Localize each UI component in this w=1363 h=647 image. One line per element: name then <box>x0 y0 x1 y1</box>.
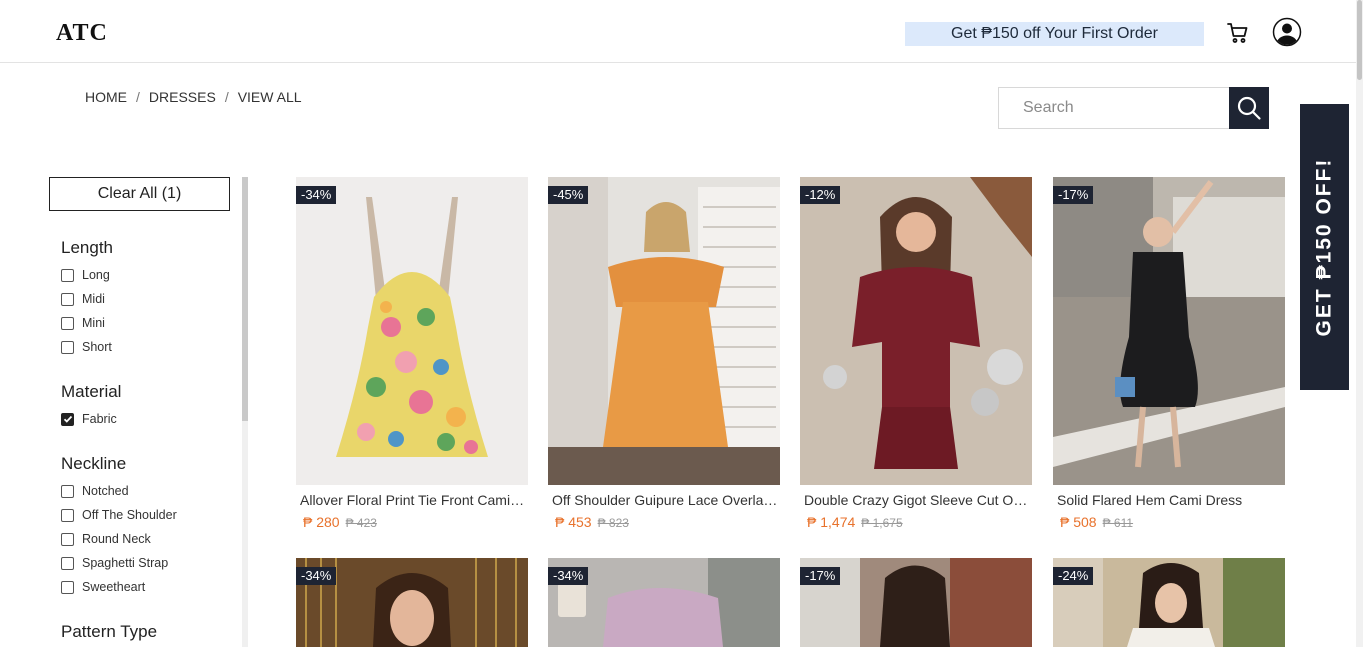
discount-badge: -24% <box>1053 567 1094 585</box>
product-name[interactable]: Off Shoulder Guipure Lace Overlay Dress <box>552 492 778 508</box>
filter-option-label: Short <box>82 340 112 354</box>
product-card[interactable]: -12% Double Crazy Gigot Sleeve Cut Out D… <box>800 177 1032 530</box>
filter-option-sweetheart[interactable]: Sweetheart <box>61 580 145 594</box>
filter-option-fabric[interactable]: Fabric <box>61 412 117 426</box>
product-image[interactable]: -34% <box>296 177 528 485</box>
user-icon[interactable] <box>1272 17 1302 47</box>
checkbox-checked[interactable] <box>61 412 74 426</box>
discount-badge: -34% <box>548 567 589 585</box>
filter-option-midi[interactable]: Midi <box>61 292 105 306</box>
product-image[interactable]: -24% <box>1053 558 1285 647</box>
product-card[interactable]: -34% Allover Floral Print Tie Front Cami… <box>296 177 528 530</box>
filter-title-pattern-type[interactable]: Pattern Type <box>61 622 157 642</box>
checkbox[interactable] <box>61 484 74 498</box>
discount-badge: -17% <box>800 567 841 585</box>
product-image[interactable]: -34% <box>548 558 780 647</box>
breadcrumb-dresses[interactable]: DRESSES <box>149 89 216 105</box>
product-image[interactable]: -45% <box>548 177 780 485</box>
site-logo[interactable]: ATC <box>56 20 108 47</box>
search-box <box>998 87 1230 129</box>
filter-option-short[interactable]: Short <box>61 340 112 354</box>
checkbox[interactable] <box>61 292 74 306</box>
checkbox[interactable] <box>61 556 74 570</box>
filter-option-round-neck[interactable]: Round Neck <box>61 532 151 546</box>
product-card[interactable]: -17% <box>800 558 1032 647</box>
product-price: ₱ 280 ₱ 423 <box>303 514 377 530</box>
filter-option-spaghetti-strap[interactable]: Spaghetti Strap <box>61 556 168 570</box>
product-image[interactable]: -17% <box>800 558 1032 647</box>
filter-option-mini[interactable]: Mini <box>61 316 105 330</box>
first-order-promo-banner[interactable]: Get ₱150 off Your First Order <box>905 22 1204 46</box>
filter-title-neckline[interactable]: Neckline <box>61 454 126 474</box>
sidebar-scrollbar-thumb[interactable] <box>242 177 248 421</box>
checkbox[interactable] <box>61 508 74 522</box>
search-icon <box>1237 96 1261 120</box>
search-button[interactable] <box>1229 87 1269 129</box>
sale-price: ₱ 453 <box>555 514 592 530</box>
product-image[interactable]: -12% <box>800 177 1032 485</box>
original-price: ₱ 611 <box>1102 516 1134 530</box>
page-scrollbar[interactable] <box>1356 0 1363 647</box>
product-card[interactable]: -17% Solid Flared Hem Cami Dress ₱ 508 ₱ … <box>1053 177 1285 530</box>
product-price: ₱ 453 ₱ 823 <box>555 514 629 530</box>
discount-badge: -45% <box>548 186 589 204</box>
original-price: ₱ 823 <box>597 516 629 530</box>
sale-price: ₱ 280 <box>303 514 340 530</box>
filter-option-label: Mini <box>82 316 105 330</box>
original-price: ₱ 1,675 <box>861 516 903 530</box>
breadcrumb-separator: / <box>224 89 229 105</box>
checkbox[interactable] <box>61 316 74 330</box>
site-header: ATC Get ₱150 off Your First Order <box>0 0 1360 63</box>
product-name[interactable]: Double Crazy Gigot Sleeve Cut Out Dress <box>804 492 1030 508</box>
filter-option-notched[interactable]: Notched <box>61 484 129 498</box>
filter-option-off-the-shoulder[interactable]: Off The Shoulder <box>61 508 177 522</box>
filter-option-label: Sweetheart <box>82 580 146 594</box>
filter-option-label: Long <box>82 268 110 282</box>
checkbox[interactable] <box>61 268 74 282</box>
cart-icon[interactable] <box>1226 21 1250 45</box>
filter-option-long[interactable]: Long <box>61 268 110 282</box>
original-price: ₱ 423 <box>345 516 377 530</box>
filter-option-label: Off The Shoulder <box>82 508 177 522</box>
product-card[interactable]: -45% Off Shoulder Guipure Lace Overlay D… <box>548 177 780 530</box>
product-image[interactable]: -17% <box>1053 177 1285 485</box>
discount-badge: -34% <box>296 186 337 204</box>
filter-option-label: Fabric <box>82 412 117 426</box>
discount-badge: -12% <box>800 186 841 204</box>
discount-badge: -17% <box>1053 186 1094 204</box>
product-card[interactable]: -34% <box>296 558 528 647</box>
side-promo-tab[interactable]: GET ₱150 OFF! <box>1300 104 1349 390</box>
filter-option-label: Notched <box>82 484 129 498</box>
product-image[interactable]: -34% <box>296 558 528 647</box>
page-scrollbar-thumb[interactable] <box>1357 0 1362 80</box>
sale-price: ₱ 508 <box>1060 514 1097 530</box>
checkbox[interactable] <box>61 580 74 594</box>
product-name[interactable]: Allover Floral Print Tie Front Cami Dres… <box>300 492 526 508</box>
filter-option-label: Spaghetti Strap <box>82 556 169 570</box>
check-icon <box>63 415 72 423</box>
filter-title-material[interactable]: Material <box>61 382 121 402</box>
product-name[interactable]: Solid Flared Hem Cami Dress <box>1057 492 1283 508</box>
breadcrumb-separator: / <box>136 89 140 105</box>
filter-title-length[interactable]: Length <box>61 238 113 258</box>
product-price: ₱ 1,474 ₱ 1,675 <box>807 514 903 530</box>
discount-badge: -34% <box>296 567 337 585</box>
breadcrumb-view-all[interactable]: VIEW ALL <box>238 89 302 105</box>
checkbox[interactable] <box>61 340 74 354</box>
product-price: ₱ 508 ₱ 611 <box>1060 514 1133 530</box>
breadcrumb: HOME / DRESSES / VIEW ALL <box>85 89 302 105</box>
checkbox[interactable] <box>61 532 74 546</box>
sale-price: ₱ 1,474 <box>807 514 856 530</box>
product-card[interactable]: -34% <box>548 558 780 647</box>
filter-option-label: Midi <box>82 292 105 306</box>
filter-option-label: Round Neck <box>82 532 151 546</box>
clear-all-button[interactable]: Clear All (1) <box>49 177 230 211</box>
side-promo-label: GET ₱150 OFF! <box>1312 157 1336 337</box>
product-card[interactable]: -24% <box>1053 558 1285 647</box>
breadcrumb-home[interactable]: HOME <box>85 89 127 105</box>
search-input[interactable] <box>999 88 1230 128</box>
